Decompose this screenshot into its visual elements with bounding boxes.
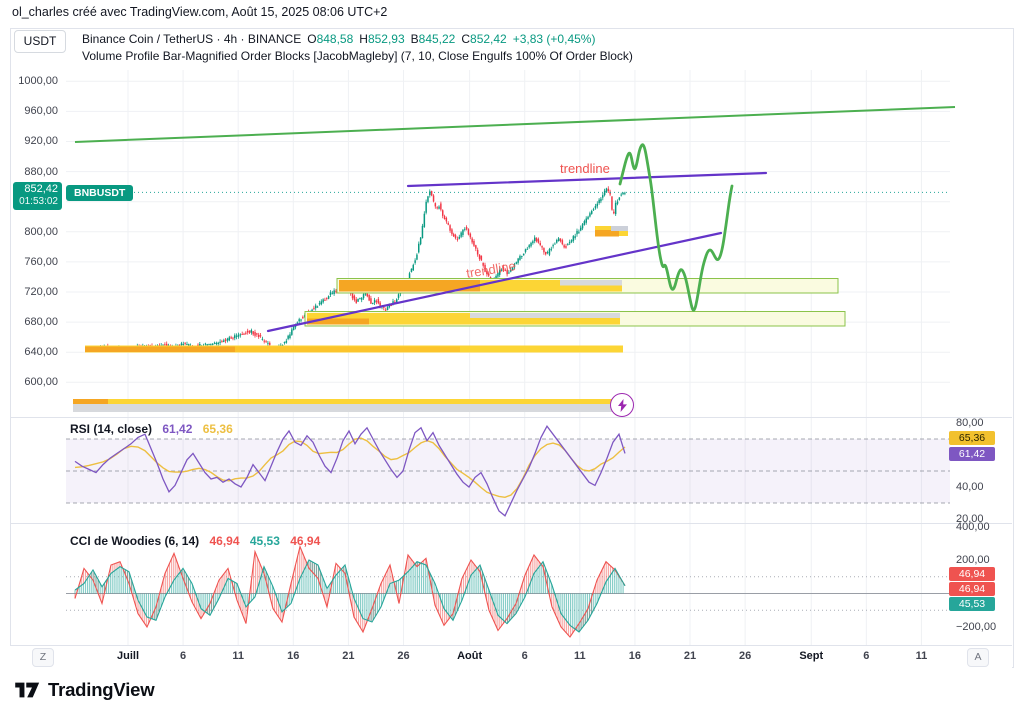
high-label: H [359, 32, 368, 46]
bar-countdown: 01:53:02 [13, 196, 58, 208]
price-tick-label: 600,00 [6, 376, 58, 388]
rsi-label: RSI (14, close) [70, 422, 152, 436]
cci-value-3: 46,94 [290, 534, 320, 548]
cci-axis-tick: 200,00 [956, 554, 990, 566]
cci-badge-1: 46,94 [949, 567, 995, 581]
price-tick-label: 880,00 [6, 166, 58, 178]
tradingview-chart-page: ol_charles créé avec TradingView.com, Ao… [0, 0, 1024, 721]
timezone-button[interactable]: Z [32, 648, 54, 667]
current-price-value: 852,42 [13, 183, 58, 196]
low-label: B [411, 32, 419, 46]
change-value: +3,83 (+0,45%) [513, 32, 596, 46]
rsi-value: 61,42 [162, 422, 192, 436]
price-tick-label: 800,00 [6, 226, 58, 238]
price-tick-label: 1000,00 [6, 75, 58, 87]
cci-value-2: 45,53 [250, 534, 280, 548]
time-tick-label: 21 [684, 650, 696, 662]
price-tick-label: 960,00 [6, 105, 58, 117]
time-tick-label: 11 [916, 650, 928, 662]
currency-box[interactable]: USDT [14, 30, 66, 53]
indicator-legend: Volume Profile Bar-Magnified Order Block… [82, 49, 633, 63]
symbol-legend: Binance Coin / TetherUS · 4h · BINANCEO8… [82, 32, 595, 46]
close-label: C [461, 32, 470, 46]
time-tick-label: 11 [574, 650, 586, 662]
time-tick-label: 6 [863, 650, 869, 662]
time-tick-label: 16 [287, 650, 299, 662]
time-tick-label: 26 [397, 650, 409, 662]
time-tick-label: Juill [117, 650, 139, 662]
cci-header: CCI de Woodies (6, 14) 46,94 45,53 46,94 [70, 534, 320, 548]
trendline-label-upper[interactable]: trendline [560, 161, 610, 176]
tradingview-logo-text: TradingView [48, 679, 154, 701]
rsi-axis-tick: 40,00 [956, 481, 984, 493]
attribution-text: ol_charles créé avec TradingView.com, Ao… [12, 5, 387, 19]
time-tick-label: 6 [522, 650, 528, 662]
cci-axis-tick: 400,00 [956, 521, 990, 533]
open-label: O [307, 32, 316, 46]
lightning-icon[interactable] [610, 393, 634, 417]
chart-canvas[interactable] [0, 0, 1024, 721]
low-value: 845,22 [419, 32, 456, 46]
cci-badge-3: 45,53 [949, 597, 995, 611]
high-value: 852,93 [368, 32, 405, 46]
price-tick-label: 680,00 [6, 316, 58, 328]
price-tick-label: 720,00 [6, 286, 58, 298]
open-value: 848,58 [317, 32, 354, 46]
rsi-header: RSI (14, close) 61,42 65,36 [70, 422, 233, 436]
time-tick-label: Sept [799, 650, 823, 662]
rsi-ma-value: 65,36 [203, 422, 233, 436]
time-axis[interactable]: Z A [10, 645, 1012, 668]
rsi-axis-tick: 80,00 [956, 417, 984, 429]
time-tick-label: 6 [180, 650, 186, 662]
tradingview-logo[interactable]: TradingView [14, 678, 154, 702]
close-value: 852,42 [470, 32, 507, 46]
current-price-badge: 852,42 01:53:02 [13, 182, 62, 210]
cci-axis-tick: −200,00 [956, 621, 996, 633]
time-tick-label: 11 [232, 650, 244, 662]
cci-label: CCI de Woodies (6, 14) [70, 534, 199, 548]
adjust-button[interactable]: A [967, 648, 989, 667]
price-tick-label: 920,00 [6, 135, 58, 147]
price-tick-label: 760,00 [6, 256, 58, 268]
rsi-value-badge: 61,42 [949, 447, 995, 461]
price-tick-label: 640,00 [6, 346, 58, 358]
cci-badge-2: 46,94 [949, 582, 995, 596]
symbol-title: Binance Coin / TetherUS · 4h · BINANCE [82, 32, 301, 46]
time-tick-label: Août [457, 650, 482, 662]
time-tick-label: 21 [342, 650, 354, 662]
symbol-tag: BNBUSDT [66, 185, 133, 201]
cci-value-1: 46,94 [209, 534, 239, 548]
tradingview-logo-mark [14, 678, 41, 702]
time-tick-label: 26 [739, 650, 751, 662]
time-tick-label: 16 [629, 650, 641, 662]
rsi-ma-badge: 65,36 [949, 431, 995, 445]
